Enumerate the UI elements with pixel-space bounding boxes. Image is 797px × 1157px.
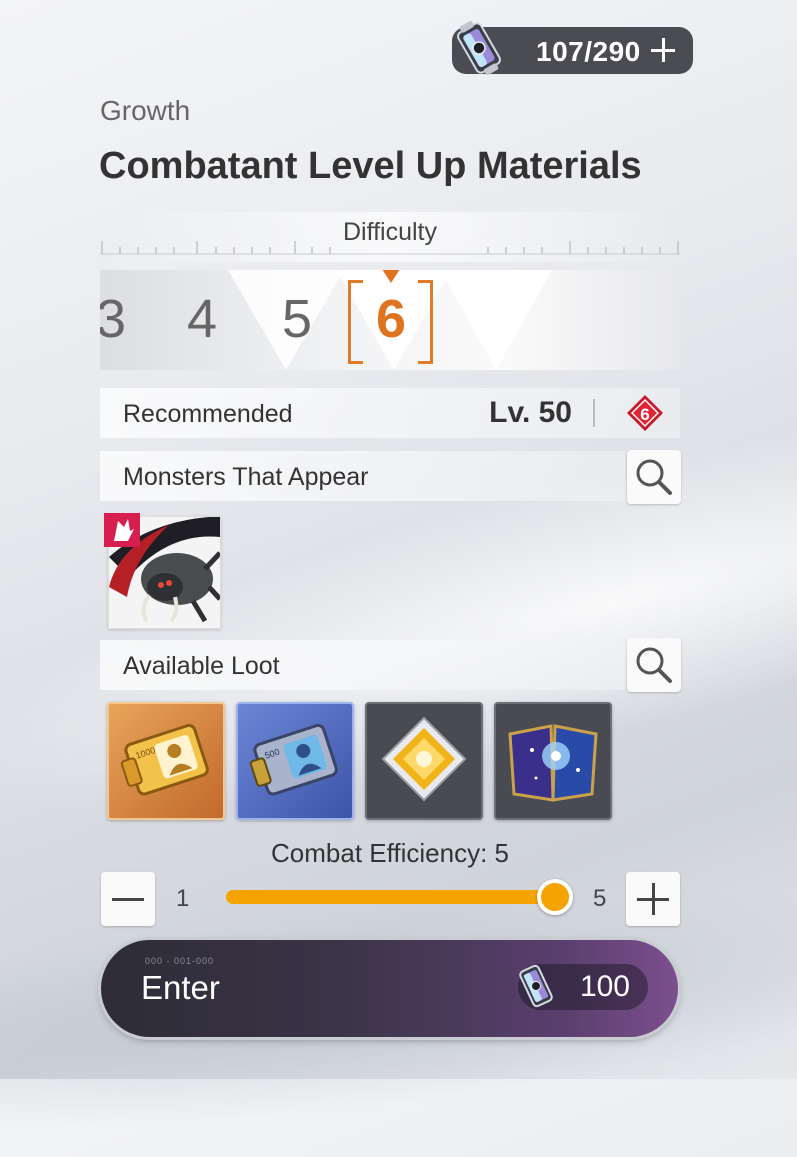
divider (593, 399, 595, 427)
galaxy-book-icon (508, 724, 598, 802)
efficiency-slider-fill (226, 890, 556, 904)
difficulty-level-5[interactable]: 5 (282, 288, 312, 350)
difficulty-badge-icon: 6 (627, 395, 663, 431)
recommended-label: Recommended (123, 400, 293, 428)
difficulty-ruler (100, 241, 680, 255)
monsters-row: Monsters That Appear (100, 451, 625, 501)
minus-icon (112, 898, 144, 901)
loot-item-3[interactable] (365, 702, 483, 820)
selected-bracket-right (418, 280, 433, 364)
difficulty-selector[interactable]: 3 4 5 6 (100, 270, 680, 370)
loot-item-2[interactable]: 500 (236, 702, 354, 820)
category-label: Growth (100, 95, 191, 126)
stamina-value: 107/290 (536, 36, 641, 67)
page-title: Combatant Level Up Materials (99, 145, 642, 187)
monsters-label: Monsters That Appear (123, 463, 369, 491)
efficiency-max: 5 (593, 885, 607, 912)
difficulty-level-4[interactable]: 4 (187, 288, 217, 350)
loot-search-button[interactable] (627, 638, 681, 692)
loot-label: Available Loot (123, 652, 280, 680)
loot-item-4[interactable] (494, 702, 612, 820)
recommended-level: Lv. 50 (489, 396, 572, 429)
recommended-row: Recommended Lv. 50 6 (100, 388, 680, 438)
gold-crystal-icon (381, 716, 467, 802)
combat-efficiency-label: Combat Efficiency: 5 (271, 838, 509, 868)
enter-button[interactable]: 000 - 001-000 Enter 100 (101, 940, 678, 1037)
efficiency-slider-thumb[interactable] (537, 879, 573, 915)
monster-type-badge (104, 513, 140, 547)
stamina-counter: 107/290 (452, 20, 693, 76)
selected-difficulty-pointer (382, 270, 400, 283)
add-stamina-button[interactable] (649, 35, 679, 65)
stamina-battery-icon (519, 964, 553, 1008)
enter-cost: 100 (579, 970, 630, 1003)
magnifier-icon (636, 647, 672, 683)
selected-bracket-left (348, 280, 363, 364)
loot-item-1[interactable]: 1000 (107, 702, 225, 820)
decrease-efficiency-button[interactable] (101, 872, 155, 926)
increase-efficiency-button[interactable] (626, 872, 680, 926)
blue-id-card-icon: 500 (249, 723, 338, 796)
difficulty-level-3[interactable]: 3 (100, 288, 126, 350)
monsters-search-button[interactable] (627, 450, 681, 504)
beast-type-icon (114, 519, 134, 541)
svg-text:6: 6 (640, 405, 649, 424)
enter-code: 000 - 001-000 (145, 956, 215, 966)
efficiency-slider-track[interactable] (226, 890, 556, 904)
stamina-battery-icon (457, 20, 501, 76)
difficulty-level-selected[interactable]: 6 (376, 288, 406, 350)
loot-row: Available Loot (100, 640, 625, 690)
enter-label: Enter (141, 969, 220, 1006)
gold-id-card-icon: 1000 (120, 723, 209, 796)
efficiency-min: 1 (176, 885, 190, 912)
magnifier-icon (636, 459, 672, 495)
